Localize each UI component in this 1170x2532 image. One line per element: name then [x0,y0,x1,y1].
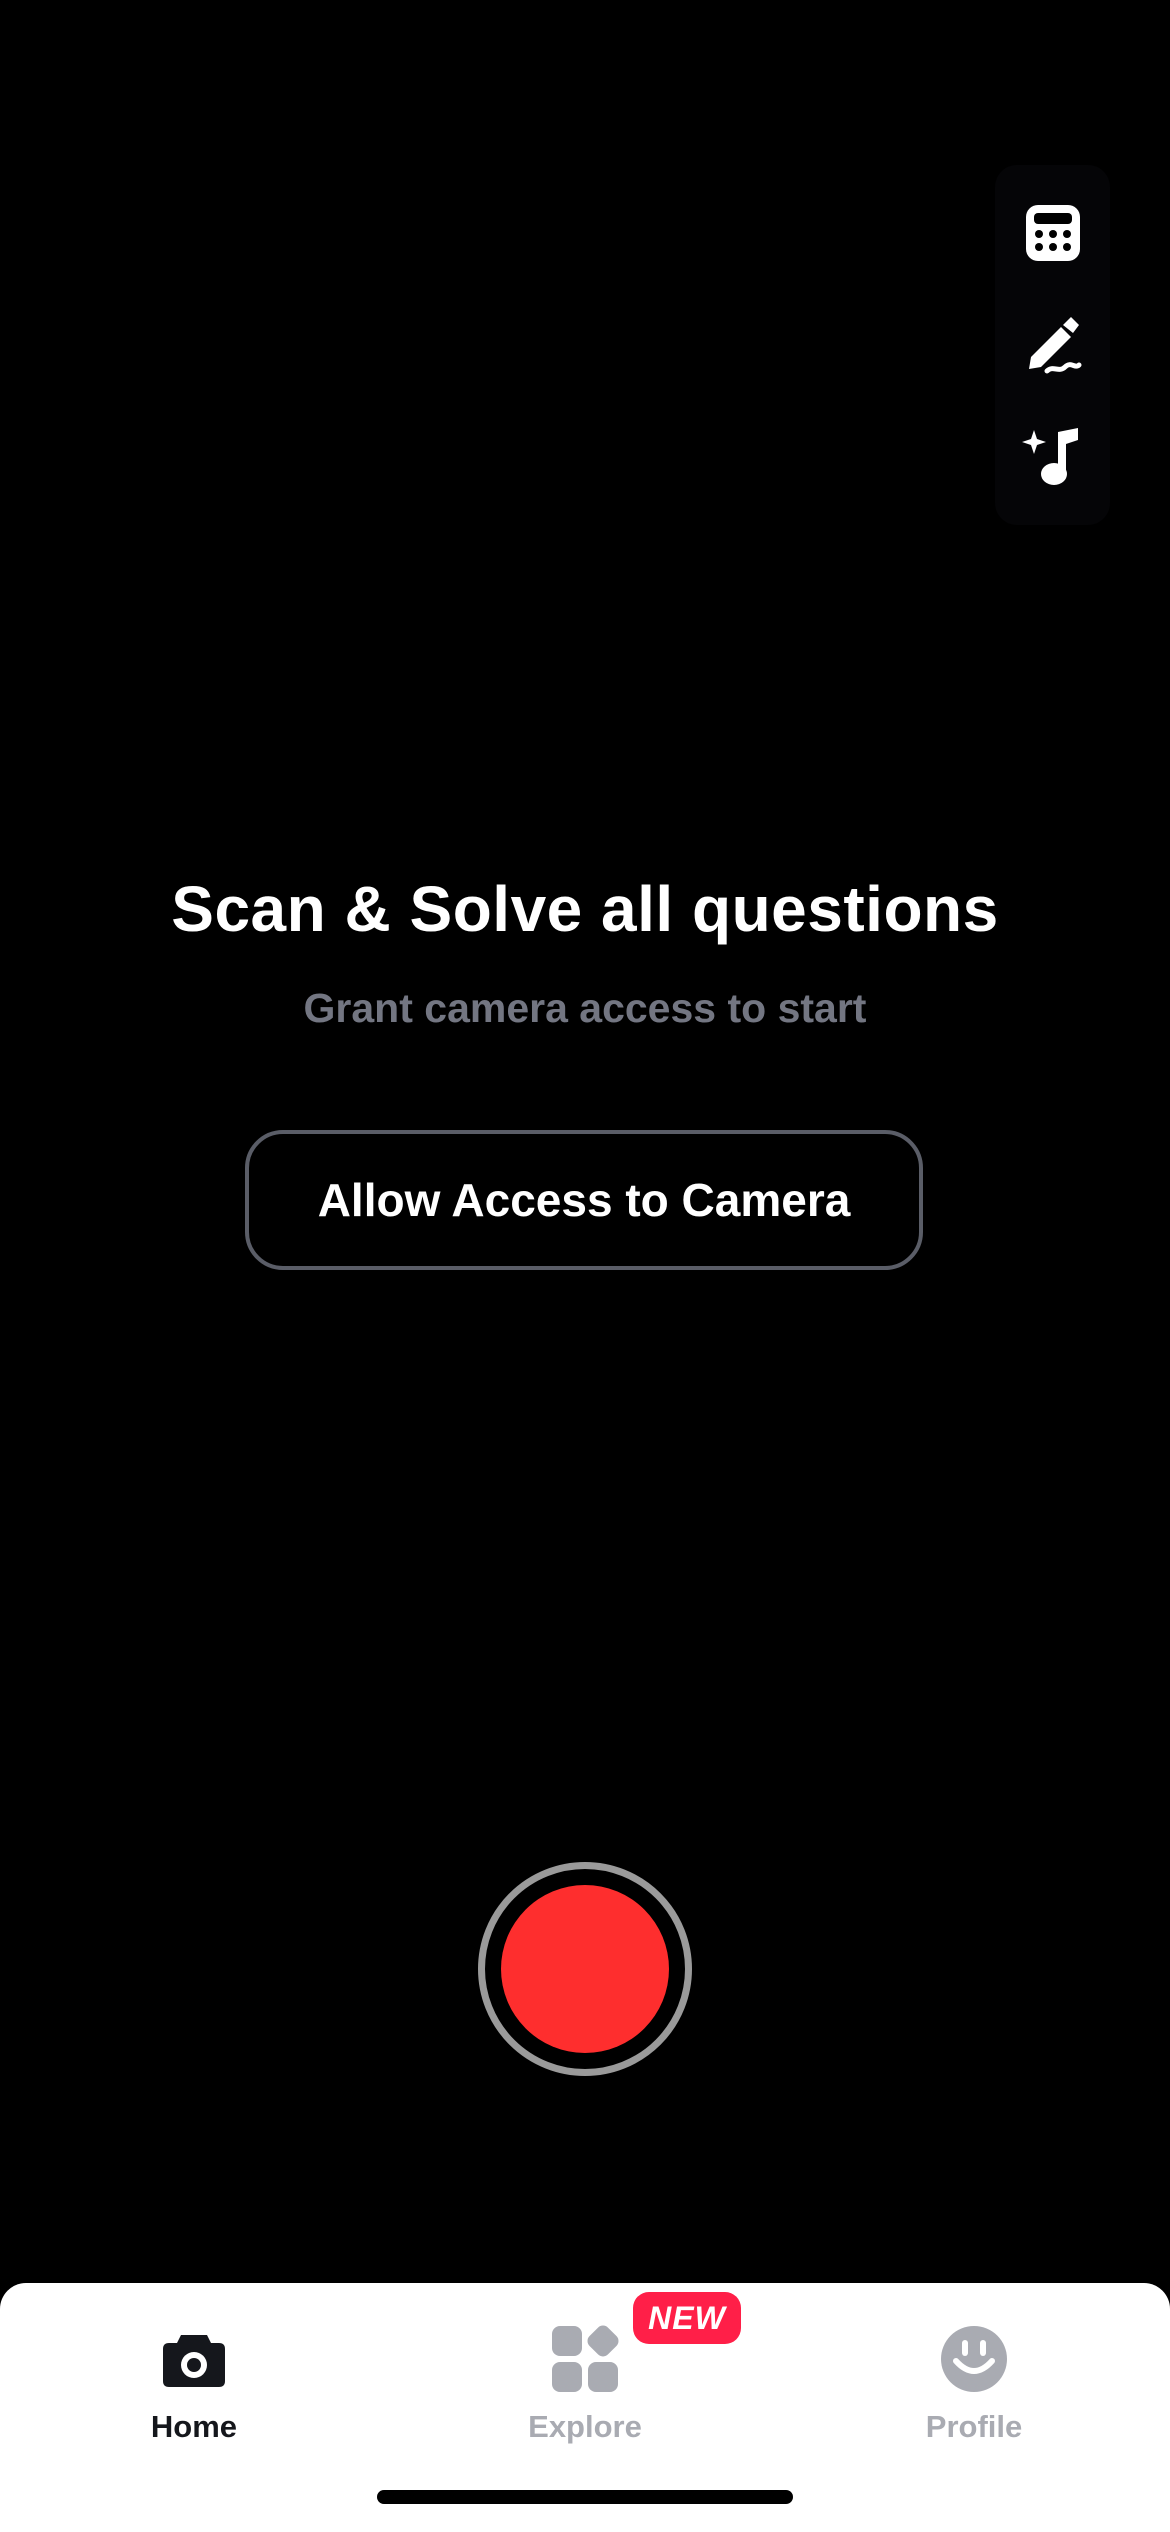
sparkle-music-note-icon [1021,428,1078,485]
home-indicator[interactable] [377,2490,793,2504]
tab-profile-label: Profile [925,2409,1023,2444]
page-subtitle: Grant camera access to start [303,985,867,1031]
camera-screen: Scan & Solve all questions Grant camera … [0,0,1170,2532]
smiley-face-icon [938,2323,1010,2395]
allow-camera-button[interactable]: Allow Access to Camera [245,1130,923,1270]
page-title: Scan & Solve all questions [171,873,999,945]
tab-explore[interactable]: Explore [455,2323,715,2473]
calculator-icon [1025,205,1080,261]
grid-shapes-icon [549,2323,621,2395]
pen-scribble-icon [1028,317,1081,374]
tool-rail [995,165,1110,525]
tab-home-label: Home [150,2409,238,2444]
new-badge: NEW [633,2292,741,2344]
calculator-button[interactable] [1013,193,1093,273]
tab-home[interactable]: Home [64,2323,324,2473]
tab-explore-label: Explore [528,2409,642,2444]
tab-profile[interactable]: Profile [844,2323,1104,2473]
shutter-red-core [501,1885,669,2053]
writing-button[interactable] [1013,305,1093,385]
camera-icon [158,2323,230,2395]
shutter-button[interactable] [478,1862,692,2076]
ai-music-button[interactable] [1013,417,1093,497]
